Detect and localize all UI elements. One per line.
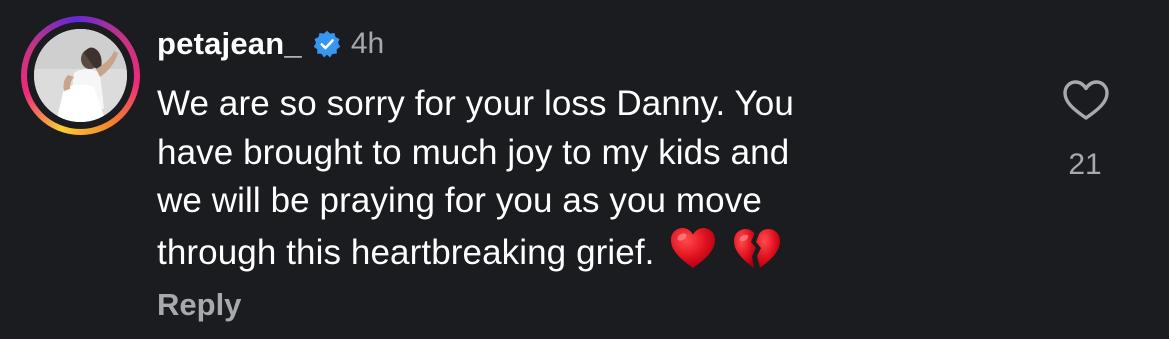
comment-line: we will be praying for you as you move	[157, 181, 762, 220]
verified-badge-icon	[313, 30, 340, 58]
reply-button[interactable]: Reply	[157, 287, 241, 323]
avatar-story-ring[interactable]	[21, 16, 140, 135]
timestamp: 4h	[350, 27, 385, 60]
comment-line-last: through this heartbreaking grief.	[157, 226, 1017, 278]
comment-line: We are so sorry for your loss Danny. You	[157, 84, 794, 123]
heart-outline-icon[interactable]	[1061, 78, 1111, 122]
like-group: 21	[1055, 78, 1115, 188]
red-heart-emoji	[670, 227, 715, 268]
comment-text: We are so sorry for your loss Danny. You…	[157, 80, 1017, 277]
comment-line: have brought to much joy to my kids and	[157, 132, 790, 172]
avatar	[34, 29, 127, 122]
comment-line: through this heartbreaking grief.	[157, 232, 655, 272]
broken-heart-emoji	[733, 228, 780, 268]
comment-header: petajean_ 4h	[157, 22, 384, 66]
avatar-photo	[34, 29, 127, 122]
like-count: 21	[1068, 148, 1102, 181]
username[interactable]: petajean_	[157, 26, 302, 62]
